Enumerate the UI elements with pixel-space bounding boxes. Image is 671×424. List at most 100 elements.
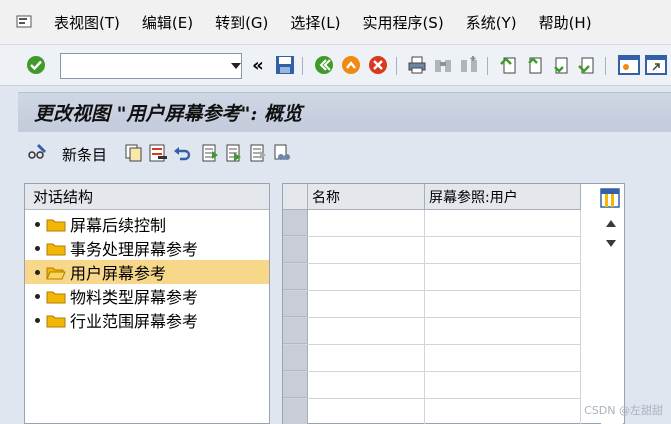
cell-screen-ref-user[interactable] — [425, 210, 581, 236]
delete-icon[interactable] — [148, 143, 168, 163]
cell-name[interactable] — [308, 345, 425, 371]
select-all-column-header[interactable] — [283, 184, 308, 209]
cell-name[interactable] — [308, 399, 425, 424]
menu-system[interactable]: 系统(Y) — [462, 12, 521, 33]
table-row[interactable] — [283, 237, 581, 264]
select-block-icon[interactable] — [224, 143, 244, 163]
chevron-down-icon[interactable] — [231, 54, 241, 78]
tree-item-label: 屏幕后续控制 — [70, 216, 167, 235]
cell-screen-ref-user[interactable] — [425, 345, 581, 371]
menu-help[interactable]: 帮助(H) — [535, 12, 596, 33]
separator — [605, 57, 606, 75]
folder-icon — [46, 315, 66, 327]
menu-bar: 表视图(T) 编辑(E) 转到(G) 选择(L) 实用程序(S) 系统(Y) 帮… — [0, 0, 671, 44]
first-page-icon[interactable] — [498, 54, 520, 76]
folder-icon — [46, 291, 66, 303]
cell-screen-ref-user[interactable] — [425, 372, 581, 398]
row-selector[interactable] — [283, 399, 308, 424]
new-session-icon[interactable] — [618, 54, 640, 76]
row-selector[interactable] — [283, 264, 308, 290]
select-all-icon[interactable] — [200, 143, 220, 163]
command-input[interactable] — [51, 54, 231, 78]
bullet-icon — [35, 221, 40, 227]
row-selector[interactable] — [283, 210, 308, 236]
command-field[interactable] — [51, 53, 242, 79]
tree-item-material-type-screen-ref[interactable]: 物料类型屏幕参考 — [25, 284, 269, 308]
tree-item-screen-sequence[interactable]: 屏幕后续控制 — [25, 212, 269, 236]
table-row[interactable] — [283, 264, 581, 291]
dialog-tree: 屏幕后续控制 事务处理屏幕参考 用户屏幕参考 物料类型屏幕参考 行业范围屏幕参考 — [25, 210, 269, 332]
bullet-icon — [35, 245, 40, 251]
last-page-icon[interactable] — [576, 54, 598, 76]
cell-name[interactable] — [308, 291, 425, 317]
cell-screen-ref-user[interactable] — [425, 399, 581, 424]
cell-name[interactable] — [308, 237, 425, 263]
dialog-structure-panel: 对话结构 屏幕后续控制 事务处理屏幕参考 用户屏幕参考 物料类型屏幕参考 行业范… — [24, 183, 270, 424]
folder-open-icon — [46, 267, 66, 279]
row-selector[interactable] — [283, 237, 308, 263]
table-row[interactable] — [283, 291, 581, 318]
cell-screen-ref-user[interactable] — [425, 237, 581, 263]
tree-item-industry-screen-ref[interactable]: 行业范围屏幕参考 — [25, 308, 269, 332]
vertical-scrollbar[interactable] — [601, 210, 623, 424]
bullet-icon — [35, 317, 40, 323]
cancel-icon[interactable] — [367, 54, 389, 76]
row-selector[interactable] — [283, 291, 308, 317]
cell-screen-ref-user[interactable] — [425, 318, 581, 344]
tree-item-label: 用户屏幕参考 — [70, 264, 167, 283]
cell-screen-ref-user[interactable] — [425, 264, 581, 290]
shortcut-icon[interactable] — [645, 54, 667, 76]
menu-table-view[interactable]: 表视图(T) — [50, 12, 124, 33]
check-icon[interactable] — [25, 54, 47, 76]
undo-icon[interactable] — [172, 143, 192, 163]
page-title: 更改视图 "用户屏幕参考": 概览 — [34, 103, 303, 125]
cell-name[interactable] — [308, 318, 425, 344]
next-page-icon[interactable] — [550, 54, 572, 76]
save-icon[interactable] — [274, 54, 296, 76]
table-row[interactable] — [283, 372, 581, 399]
find-next-icon[interactable] — [458, 54, 480, 76]
table-settings-icon[interactable] — [600, 188, 620, 208]
print-icon[interactable] — [406, 54, 428, 76]
menu-edit[interactable]: 编辑(E) — [138, 12, 197, 33]
table-row[interactable] — [283, 399, 581, 424]
folder-icon — [46, 243, 66, 255]
tree-item-label: 行业范围屏幕参考 — [70, 312, 199, 331]
menu-select[interactable]: 选择(L) — [286, 12, 344, 33]
cell-name[interactable] — [308, 264, 425, 290]
scroll-down-icon[interactable] — [606, 240, 616, 247]
find-icon[interactable] — [432, 54, 454, 76]
cell-screen-ref-user[interactable] — [425, 291, 581, 317]
table-control: 名称 屏幕参照:用户 — [282, 183, 625, 424]
table-row[interactable] — [283, 210, 581, 237]
cell-name[interactable] — [308, 372, 425, 398]
back-arrows-icon[interactable]: « — [247, 54, 269, 76]
table-row[interactable] — [283, 318, 581, 345]
column-header-screen-ref-user[interactable]: 屏幕参照:用户 — [425, 184, 581, 209]
exit-icon[interactable] — [340, 54, 362, 76]
menu-utilities[interactable]: 实用程序(S) — [358, 12, 447, 33]
new-entries-button[interactable]: 新条目 — [62, 144, 107, 165]
screen-title-bar: 更改视图 "用户屏幕参考": 概览 — [18, 92, 671, 132]
bullet-icon — [35, 293, 40, 299]
row-selector[interactable] — [283, 345, 308, 371]
column-header-name[interactable]: 名称 — [308, 184, 425, 209]
back-icon[interactable] — [313, 54, 335, 76]
row-selector[interactable] — [283, 372, 308, 398]
cell-name[interactable] — [308, 210, 425, 236]
separator — [487, 57, 488, 75]
deselect-all-icon[interactable] — [248, 143, 268, 163]
menu-icon[interactable] — [14, 13, 36, 31]
print-list-icon[interactable] — [272, 143, 292, 163]
row-selector[interactable] — [283, 318, 308, 344]
tree-item-transaction-screen-ref[interactable]: 事务处理屏幕参考 — [25, 236, 269, 260]
table-row[interactable] — [283, 345, 581, 372]
glasses-pencil-icon[interactable] — [27, 143, 47, 163]
menu-goto[interactable]: 转到(G) — [211, 12, 272, 33]
scroll-up-icon[interactable] — [606, 220, 616, 227]
standard-toolbar: « — [0, 44, 671, 86]
separator — [302, 57, 303, 75]
copy-icon[interactable] — [124, 143, 144, 163]
prev-page-icon[interactable] — [524, 54, 546, 76]
tree-item-user-screen-ref[interactable]: 用户屏幕参考 — [25, 260, 269, 284]
